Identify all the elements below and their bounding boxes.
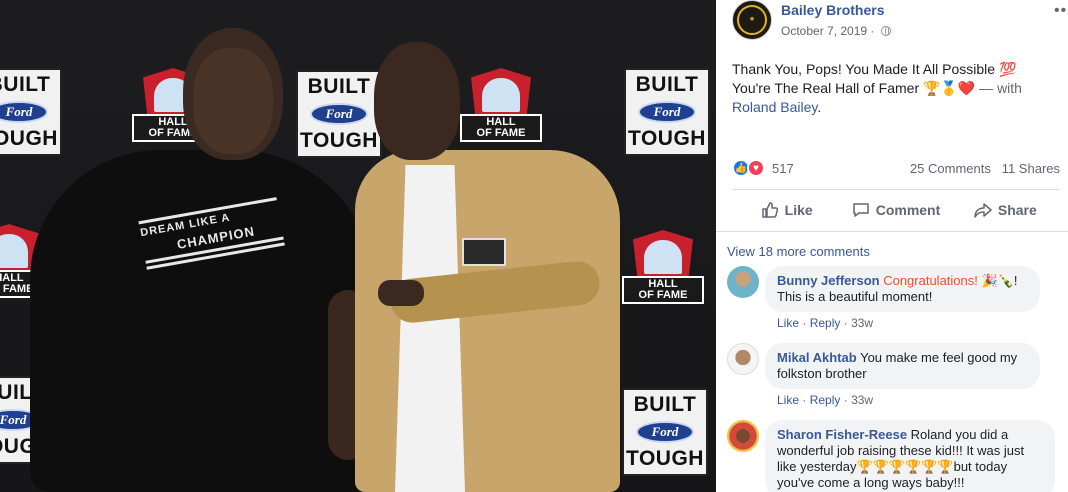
post-timestamp: October 7, 2019 · xyxy=(781,24,891,38)
commenter-avatar[interactable] xyxy=(727,266,759,298)
view-more-comments-link[interactable]: View 18 more comments xyxy=(727,244,870,259)
engagement-counts: 25 Comments 11 Shares xyxy=(910,161,1060,176)
page-avatar[interactable]: ★ xyxy=(732,0,772,40)
jacket-patch xyxy=(462,238,506,266)
comment-like-link[interactable]: Like xyxy=(777,316,799,330)
shares-count-link[interactable]: 11 Shares xyxy=(1002,161,1060,176)
comment-highlight-text[interactable]: Congratulations! xyxy=(883,273,978,288)
post-actions: Like Comment Share xyxy=(732,191,1060,229)
comment-time[interactable]: 33w xyxy=(851,316,873,330)
reaction-count[interactable]: 517 xyxy=(772,161,794,176)
ford-logo: BUILTFordTOUGH xyxy=(624,68,710,156)
comment-meta: Like · Reply · 33w xyxy=(777,393,874,407)
page-logo-icon: ★ xyxy=(737,5,767,35)
comment-time[interactable]: 33w xyxy=(851,393,873,407)
comments-count-link[interactable]: 25 Comments xyxy=(910,161,991,176)
love-reaction-icon: ♥ xyxy=(747,159,765,177)
comment-author-link[interactable]: Sharon Fisher-Reese xyxy=(777,427,907,442)
ford-logo: BUILTFordTOUGH xyxy=(622,388,708,476)
divider xyxy=(716,231,1068,232)
person-son xyxy=(355,150,620,492)
tagged-user-link[interactable]: Roland Bailey xyxy=(732,99,817,115)
share-button[interactable]: Share xyxy=(951,191,1060,229)
commenter-avatar[interactable] xyxy=(727,343,759,375)
more-options-button[interactable]: ••• xyxy=(1054,2,1068,20)
caption-line: You're The Real Hall of Famer 🏆🥇❤️ — wit… xyxy=(732,80,1022,96)
thumbs-up-icon xyxy=(761,202,778,218)
hall-of-fame-logo: HALLOF FAME xyxy=(618,230,708,310)
comment-meta: Like · Reply · 33w xyxy=(777,316,874,330)
caption-line: Thank You, Pops! You Made It All Possibl… xyxy=(732,61,1017,77)
comment-reply-link[interactable]: Reply xyxy=(810,393,841,407)
comment-author-link[interactable]: Mikal Akhtab xyxy=(777,350,857,365)
comment-like-link[interactable]: Like xyxy=(777,393,799,407)
post-header: ★ Bailey Brothers October 7, 2019 · ••• xyxy=(732,0,1068,48)
post-photo[interactable]: BUILTFordTOUGH BUILTFordTOUGH BUILTFordT… xyxy=(0,0,716,492)
comment-button[interactable]: Comment xyxy=(841,191,950,229)
globe-icon xyxy=(880,26,891,36)
comment-reply-link[interactable]: Reply xyxy=(810,316,841,330)
comment-bubble: Mikal Akhtab You make me feel good my fo… xyxy=(765,343,1040,389)
post-date-link[interactable]: October 7, 2019 xyxy=(781,24,867,38)
separator-dot: · xyxy=(870,24,875,38)
post-side-panel: ★ Bailey Brothers October 7, 2019 · ••• … xyxy=(716,0,1068,492)
caption-line: Roland Bailey. xyxy=(732,99,822,115)
ford-logo: BUILTFordTOUGH xyxy=(0,68,62,156)
comment-text: This is a beautiful moment! xyxy=(777,289,933,304)
reactions-bar: 👍 ♥ 517 25 Comments 11 Shares xyxy=(732,158,1060,180)
person-hand xyxy=(378,280,424,306)
person-head xyxy=(374,42,460,160)
reaction-icons[interactable]: 👍 ♥ xyxy=(732,159,770,179)
comment-bubble: Bunny Jefferson Congratulations! 🎉🍾! Thi… xyxy=(765,266,1040,312)
commenter-avatar[interactable] xyxy=(727,420,759,452)
like-button[interactable]: Like xyxy=(732,191,841,229)
comment-icon xyxy=(852,203,869,217)
hall-of-fame-logo: HALLOF FAME xyxy=(456,68,546,148)
comment-bubble: Sharon Fisher-Reese Roland you did a won… xyxy=(765,420,1055,492)
share-icon xyxy=(974,203,992,218)
comment-author-link[interactable]: Bunny Jefferson xyxy=(777,273,880,288)
person-shirt xyxy=(395,165,465,492)
ford-logo: BUILTFordTOUGH xyxy=(296,70,382,158)
page-name-link[interactable]: Bailey Brothers xyxy=(781,2,884,18)
post-caption: Thank You, Pops! You Made It All Possibl… xyxy=(732,60,1054,117)
person-face xyxy=(193,48,273,154)
divider xyxy=(732,189,1060,190)
